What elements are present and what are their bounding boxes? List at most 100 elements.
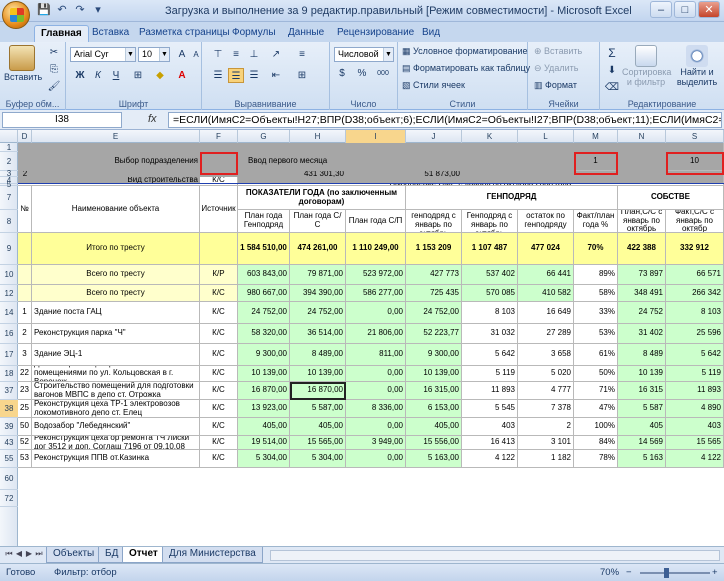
value-cell[interactable]: 10 139,00 [290, 366, 346, 382]
row-header[interactable]: 60 [0, 468, 18, 490]
column-header[interactable]: F [200, 130, 238, 143]
name-box[interactable]: I38 [2, 112, 122, 128]
value-cell[interactable]: 5 545 [462, 400, 518, 418]
value-cell[interactable]: 84% [574, 436, 618, 450]
thousands-icon[interactable]: 000 [372, 66, 394, 81]
tab-home[interactable]: Главная [34, 25, 89, 42]
row-header[interactable]: 18 [0, 366, 18, 382]
delete-cells-button[interactable]: ⊖ Удалить [534, 63, 578, 74]
format-painter-icon[interactable]: 🖌 [46, 79, 62, 94]
value-cell[interactable]: 4 122 [462, 450, 518, 468]
row-header[interactable]: 72 [0, 490, 18, 507]
value-cell[interactable]: 50% [574, 366, 618, 382]
sheet-tab-objects[interactable]: Объекты [46, 547, 102, 563]
value-cell[interactable]: 474 261,00 [290, 233, 346, 265]
row-header[interactable]: 16 [0, 324, 18, 344]
percent-icon[interactable]: % [354, 66, 370, 81]
source-cell[interactable]: К/С [200, 400, 238, 418]
column-header[interactable]: N [618, 130, 666, 143]
undo-icon[interactable]: ↶ [54, 3, 70, 17]
maximize-button[interactable]: □ [674, 1, 696, 18]
value-cell[interactable]: 811,00 [346, 344, 406, 366]
tab-view[interactable]: Вид [416, 25, 446, 42]
row-number-cell[interactable] [18, 233, 32, 265]
value-cell[interactable]: 66 441 [518, 265, 574, 285]
sheet-tab-ministry[interactable]: Для Министерства [162, 547, 263, 563]
source-cell[interactable]: К/С [200, 324, 238, 344]
tab-data[interactable]: Данные [282, 25, 330, 42]
value-cell[interactable]: 9 300,00 [238, 344, 290, 366]
row-header[interactable]: 39 [0, 418, 18, 436]
value-cell[interactable]: 58 320,00 [238, 324, 290, 344]
value-cell[interactable]: 73 897 [618, 265, 666, 285]
sheet-tab-report[interactable]: Отчет [122, 547, 165, 563]
column-subheader[interactable]: План года С/П [346, 210, 406, 233]
value-cell[interactable]: 5 304,00 [290, 450, 346, 468]
value-cell[interactable]: 33% [574, 302, 618, 324]
paste-button[interactable]: Вставить [4, 45, 42, 82]
align-left-icon[interactable]: ☰ [210, 68, 226, 83]
value-cell[interactable]: 422 388 [618, 233, 666, 265]
value-cell[interactable]: 266 342 [666, 285, 724, 302]
formula-input[interactable]: =ЕСЛИ(ИмяС2=Объекты!H27;ВПР(D38;объект;6… [168, 112, 722, 128]
value-cell[interactable]: 9 300,00 [406, 344, 462, 366]
next-sheet-icon[interactable]: ▶ [24, 549, 34, 558]
value-cell[interactable]: 1 584 510,00 [238, 233, 290, 265]
source-cell[interactable]: К/С [200, 418, 238, 436]
insert-function-icon[interactable]: fx [148, 113, 157, 125]
column-subheader[interactable]: План года С/С [290, 210, 346, 233]
column-subheader[interactable]: Факт/план года % [574, 210, 618, 233]
row-number-cell[interactable]: 23 [18, 382, 32, 400]
division-label[interactable]: Выбор подразделения [32, 152, 200, 171]
value-cell[interactable]: 4 122 [666, 450, 724, 468]
header-num[interactable]: № [18, 186, 32, 233]
value-cell[interactable]: 8 103 [666, 302, 724, 324]
fill-color-icon[interactable]: ◆ [152, 68, 168, 83]
value-cell[interactable]: 570 085 [462, 285, 518, 302]
value-cell[interactable]: 394 390,00 [290, 285, 346, 302]
close-button[interactable]: ✕ [698, 1, 720, 18]
column-subheader[interactable]: План года Генподряд [238, 210, 290, 233]
value-cell[interactable]: 405,00 [238, 418, 290, 436]
zoom-slider[interactable] [640, 572, 710, 574]
value-cell[interactable]: 70% [574, 233, 618, 265]
underline-button[interactable]: Ч [108, 68, 124, 83]
object-name-cell[interactable]: Здание ЭЦ-1 [32, 344, 200, 366]
value-cell[interactable]: 1 182 [518, 450, 574, 468]
source-cell[interactable]: К/С [200, 436, 238, 450]
format-as-table-button[interactable]: ▤ Форматировать как таблицу [402, 63, 530, 74]
active-cell[interactable]: 16 870,00 [290, 382, 346, 400]
value-cell[interactable]: 2 [518, 418, 574, 436]
align-right-icon[interactable]: ☰ [246, 68, 262, 83]
source-cell[interactable]: К/С [200, 344, 238, 366]
align-middle-icon[interactable]: ≡ [228, 47, 244, 62]
borders-icon[interactable]: ⊞ [130, 68, 146, 83]
dropdown-arrow-icon[interactable]: ▼ [159, 48, 169, 61]
value-cell[interactable]: 1 153 209 [406, 233, 462, 265]
row-number-cell[interactable]: 52 [18, 436, 32, 450]
cut-icon[interactable]: ✂ [46, 45, 62, 60]
value-cell[interactable]: 5 163,00 [406, 450, 462, 468]
row-number-cell[interactable] [18, 285, 32, 302]
column-header[interactable]: M [574, 130, 618, 143]
object-name-cell[interactable]: Здание поста ГАЦ [32, 302, 200, 324]
source-cell[interactable]: К/Р [200, 265, 238, 285]
row-header[interactable]: 9 [0, 233, 18, 265]
value-cell[interactable]: 3 658 [518, 344, 574, 366]
column-header[interactable]: J [406, 130, 462, 143]
row-number-cell[interactable]: 53 [18, 450, 32, 468]
column-subheader[interactable]: остаток по генподряду [518, 210, 574, 233]
row-number-cell[interactable]: 1 [18, 302, 32, 324]
value-cell[interactable]: 21 806,00 [346, 324, 406, 344]
font-name-combo[interactable]: Arial Cyr ▼ [70, 47, 136, 62]
value-cell[interactable]: 13 923,00 [238, 400, 290, 418]
value-cell[interactable]: 5 304,00 [238, 450, 290, 468]
value-cell[interactable]: 5 642 [462, 344, 518, 366]
row-header[interactable]: 17 [0, 344, 18, 366]
value-cell[interactable]: 3 949,00 [346, 436, 406, 450]
cell[interactable]: 2 [18, 171, 32, 177]
object-name-cell[interactable]: Диспетчерский центр с бытовыми помещения… [32, 366, 200, 382]
tab-review[interactable]: Рецензирование [331, 25, 420, 42]
value-cell[interactable]: 24 752 [618, 302, 666, 324]
bold-button[interactable]: Ж [72, 68, 88, 83]
